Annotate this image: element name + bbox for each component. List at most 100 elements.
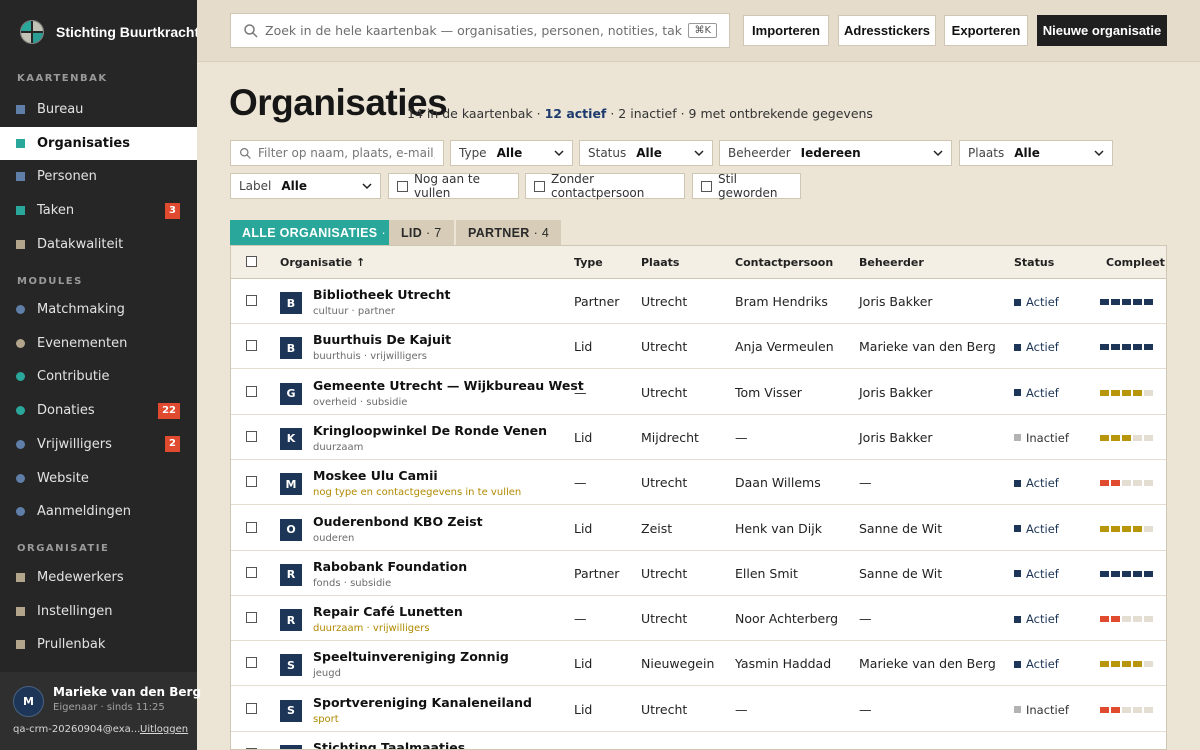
sidebar-item-prullenbak[interactable]: Prullenbak xyxy=(0,628,197,661)
brand[interactable]: Stichting Buurtkracht xyxy=(20,20,199,44)
sidebar-item-medewerkers[interactable]: Medewerkers xyxy=(0,561,197,594)
stats-active-link[interactable]: 12 actief xyxy=(545,106,607,121)
completeness-segment xyxy=(1100,299,1109,305)
row-checkbox[interactable] xyxy=(246,476,257,488)
tab-partner[interactable]: Partner · 4 xyxy=(456,220,562,245)
filter-search-input[interactable] xyxy=(258,146,435,160)
table-row[interactable]: S Speeltuinvereniging Zonnig jeugd Lid Nieuw… xyxy=(231,641,1166,687)
status-dot-icon xyxy=(1014,615,1021,623)
filter-beheerder[interactable]: Beheerder Iedereen xyxy=(719,140,952,166)
sidebar-item-personen[interactable]: Personen xyxy=(0,160,197,193)
row-checkbox[interactable] xyxy=(246,430,257,442)
table-row[interactable]: G Gemeente Utrecht — Wijkbureau West overh… xyxy=(231,370,1166,415)
org-name-link[interactable]: Moskee Ulu Camii xyxy=(313,468,438,483)
dot-icon xyxy=(16,406,25,416)
org-name-link[interactable]: Ouderenbond KBO Zeist xyxy=(313,514,483,529)
sidebar-item-bureau[interactable]: Bureau xyxy=(0,93,197,126)
org-name-link[interactable]: Repair Café Lunetten xyxy=(313,604,463,619)
new-organisation-button[interactable]: Nieuwe organisatie xyxy=(1037,15,1167,46)
address-labels-button[interactable]: Adresstickers xyxy=(838,15,936,46)
row-checkbox[interactable] xyxy=(246,702,257,714)
filter-no-contact-checkbox[interactable]: Zonder contactpersoon xyxy=(525,172,685,200)
checkbox[interactable] xyxy=(397,180,408,192)
col-compleet[interactable]: Compleet xyxy=(1106,256,1165,269)
col-plaats[interactable]: Plaats xyxy=(641,256,679,269)
square-icon xyxy=(16,239,25,249)
table-row[interactable]: M Moskee Ulu Camii nog type en contactgege… xyxy=(231,460,1166,506)
filter-search[interactable] xyxy=(230,140,444,166)
table-row[interactable]: S Stichting Taalmaatjes xyxy=(231,732,1166,749)
sidebar-item-aanmeldingen[interactable]: Aanmeldingen xyxy=(0,495,197,528)
col-beheerder[interactable]: Beheerder xyxy=(859,256,924,269)
table-row[interactable]: O Ouderenbond KBO Zeist ouderen Lid Zeist Hen… xyxy=(231,506,1166,551)
row-checkbox[interactable] xyxy=(246,521,257,533)
org-name-link[interactable]: Bibliotheek Utrecht xyxy=(313,287,450,302)
checkbox[interactable] xyxy=(701,180,712,192)
completeness-segment xyxy=(1111,661,1120,668)
row-checkbox[interactable] xyxy=(246,612,257,624)
sidebar-item-donaties[interactable]: Donaties 22 xyxy=(0,394,197,427)
status-text: Actief xyxy=(1026,566,1059,581)
row-checkbox[interactable] xyxy=(246,657,257,669)
org-name-link[interactable]: Speeltuinvereniging Zonnig xyxy=(313,649,509,664)
sidebar-item-taken[interactable]: Taken 3 xyxy=(0,194,197,227)
filter-silent-checkbox[interactable]: Stil geworden xyxy=(692,172,801,200)
col-type[interactable]: Type xyxy=(574,256,603,269)
export-button[interactable]: Exporteren xyxy=(944,15,1028,46)
filter-incomplete-checkbox[interactable]: Nog aan te vullen xyxy=(388,172,519,200)
chevron-down-icon xyxy=(694,150,704,157)
sidebar-item-label: Prullenbak xyxy=(37,637,106,653)
table-row[interactable]: S Sportvereniging Kanaleneiland sport Lid Ut… xyxy=(231,687,1166,732)
sidebar-item-datakwaliteit[interactable]: Datakwaliteit xyxy=(0,228,197,261)
col-contactpersoon[interactable]: Contactpersoon xyxy=(735,256,833,269)
filter-plaats[interactable]: Plaats Alle xyxy=(959,140,1113,166)
filter-type[interactable]: Type Alle xyxy=(450,140,573,166)
sidebar-item-contributie[interactable]: Contributie xyxy=(0,360,197,393)
org-name-link[interactable]: Gemeente Utrecht — Wijkbureau West xyxy=(313,378,584,393)
filter-status[interactable]: Status Alle xyxy=(579,140,713,166)
table-row[interactable]: R Repair Café Lunetten duurzaam · vrijwill… xyxy=(231,596,1166,642)
sidebar-item-instellingen[interactable]: Instellingen xyxy=(0,595,197,628)
table-row[interactable]: K Kringloopwinkel De Ronde Venen duurzaam L… xyxy=(231,415,1166,460)
org-name-link[interactable]: Buurthuis De Kajuit xyxy=(313,332,451,347)
table-row[interactable]: B Buurthuis De Kajuit buurthuis · vrijwill… xyxy=(231,324,1166,370)
import-button[interactable]: Importeren xyxy=(743,15,829,46)
logout-link[interactable]: Uitloggen xyxy=(140,724,188,735)
completeness-segment xyxy=(1133,344,1142,351)
sidebar-item-evenementen[interactable]: Evenementen xyxy=(0,327,197,360)
global-search-input[interactable] xyxy=(265,23,683,38)
col-status[interactable]: Status xyxy=(1014,256,1054,269)
table-row[interactable]: B Bibliotheek Utrecht cultuur · partner Par… xyxy=(231,279,1166,324)
org-name-link[interactable]: Rabobank Foundation xyxy=(313,559,467,574)
sidebar-item-vrijwilligers[interactable]: Vrijwilligers 2 xyxy=(0,428,197,461)
row-checkbox[interactable] xyxy=(246,566,257,578)
sidebar-item-organisaties[interactable]: Organisaties xyxy=(0,126,197,160)
tab-lid[interactable]: Lid · 7 xyxy=(389,220,454,245)
avatar[interactable]: M xyxy=(13,686,44,717)
completeness-segment xyxy=(1144,525,1153,532)
row-checkbox[interactable] xyxy=(246,340,257,352)
row-checkbox[interactable] xyxy=(246,385,257,397)
sidebar-item-website[interactable]: Website xyxy=(0,462,197,495)
col-organisatie[interactable]: Organisatie ↑ xyxy=(280,256,365,269)
table-row[interactable]: R Rabobank Foundation fonds · subsidie Part… xyxy=(231,551,1166,596)
org-name-link[interactable]: Kringloopwinkel De Ronde Venen xyxy=(313,423,547,438)
cell-type: — xyxy=(574,475,587,491)
global-search[interactable]: ⌘K xyxy=(230,13,730,48)
org-name-link[interactable]: Sportvereniging Kanaleneiland xyxy=(313,695,532,710)
select-all-checkbox[interactable] xyxy=(246,256,257,267)
filter-label[interactable]: Label Alle xyxy=(230,173,381,199)
status-badge: Actief xyxy=(1014,295,1059,309)
sidebar-item-matchmaking[interactable]: Matchmaking xyxy=(0,293,197,326)
completeness-segment xyxy=(1122,434,1131,441)
completeness-segment xyxy=(1122,616,1131,623)
completeness-segment xyxy=(1122,570,1131,577)
org-name-link[interactable]: Stichting Taalmaatjes xyxy=(313,740,465,749)
status-text: Actief xyxy=(1026,657,1059,672)
completeness-segment xyxy=(1144,389,1153,396)
completeness-bar xyxy=(1100,344,1155,351)
status-text: Inactief xyxy=(1026,702,1069,717)
row-checkbox[interactable] xyxy=(246,295,257,306)
status-dot-icon xyxy=(1014,389,1021,397)
checkbox[interactable] xyxy=(534,180,545,192)
